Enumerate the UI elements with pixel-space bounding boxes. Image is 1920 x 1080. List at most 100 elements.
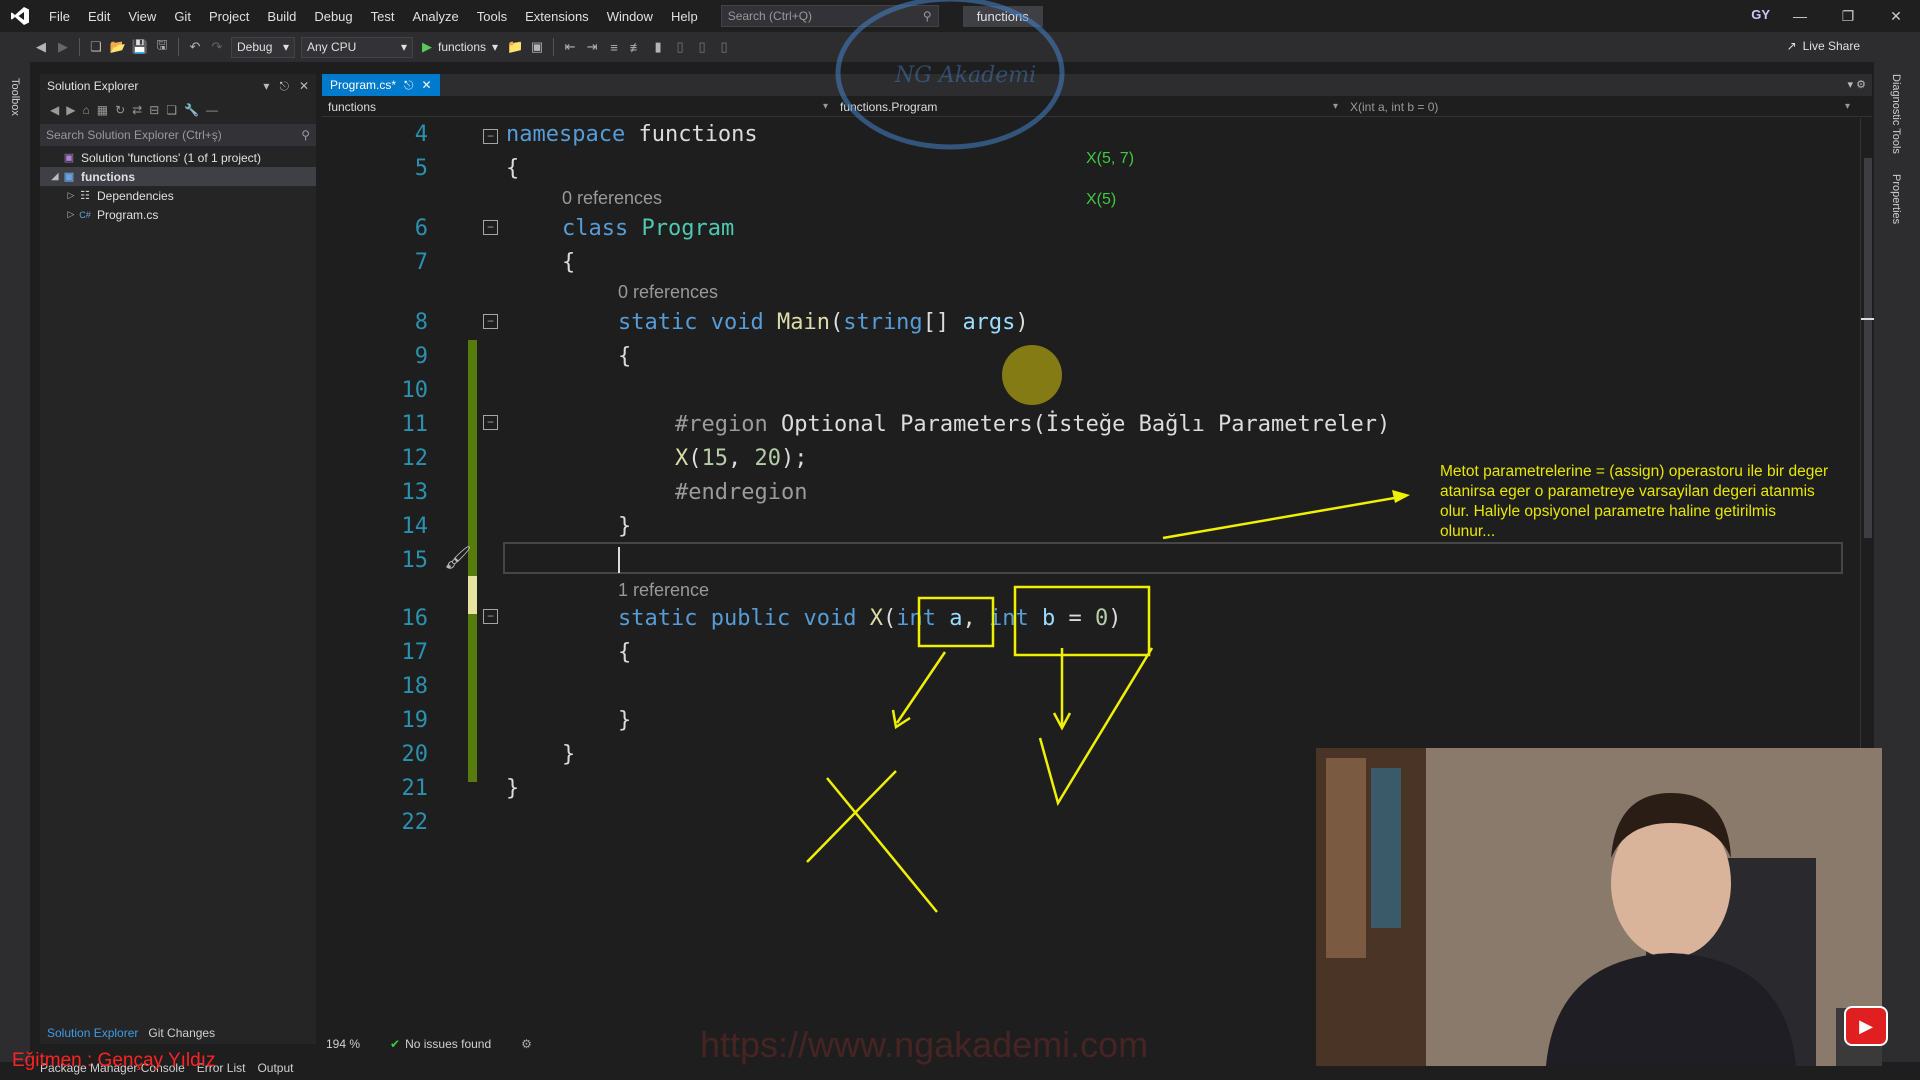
tab-git-changes[interactable]: Git Changes	[148, 1026, 215, 1040]
tree-item-dependencies[interactable]: ▷ ☷ Dependencies	[40, 186, 316, 205]
browse-icon[interactable]: 📁	[504, 36, 526, 58]
show-all-files-icon[interactable]: ❏	[166, 103, 177, 117]
start-debugging-button[interactable]: ▶ functions ▾	[422, 39, 498, 55]
quick-actions-icon[interactable]: 🖌	[444, 546, 472, 571]
webcam-presenter-image	[1316, 748, 1882, 1066]
code-line: 10	[322, 374, 1860, 408]
search-box[interactable]: Search (Ctrl+Q) ⚲	[720, 5, 939, 27]
close-icon[interactable]: ✕	[1872, 0, 1920, 32]
account-avatar[interactable]: GY	[1751, 7, 1770, 22]
save-icon[interactable]: 💾	[129, 36, 151, 58]
restore-icon[interactable]: ❐	[1824, 0, 1872, 32]
scrollbar-thumb[interactable]	[1864, 158, 1872, 538]
tab-solution-explorer[interactable]: Solution Explorer	[47, 1026, 138, 1040]
menu-extensions[interactable]: Extensions	[516, 9, 598, 24]
menu-debug[interactable]: Debug	[305, 9, 361, 24]
next-bookmark-icon[interactable]: ▯	[691, 36, 713, 58]
panel-controls: ▾ ⎋ ✕	[263, 79, 309, 94]
forward-icon[interactable]: ▶	[66, 103, 75, 117]
keyword: int	[896, 606, 936, 631]
menu-git[interactable]: Git	[165, 9, 200, 24]
tab-overflow-icon[interactable]: ▾ ⚙	[1848, 78, 1866, 91]
switch-views-icon[interactable]: ▦	[97, 103, 108, 117]
collapsed-caret-icon[interactable]: ▷	[64, 209, 78, 220]
save-all-icon[interactable]: 🖫	[151, 36, 173, 58]
home-icon[interactable]: ⌂	[82, 103, 89, 117]
bookmark-icon[interactable]: ▮	[647, 36, 669, 58]
solution-search-input[interactable]: Search Solution Explorer (Ctrl+ş) ⚲	[40, 124, 316, 146]
visual-studio-logo-icon[interactable]	[0, 0, 40, 32]
properties-tab[interactable]: Properties	[1890, 174, 1902, 224]
diagnostic-tools-tab[interactable]: Diagnostic Tools	[1890, 74, 1902, 154]
clear-bookmarks-icon[interactable]: ▯	[713, 36, 735, 58]
navigation-bar: functions ▾ functions.Program ▾ X(int a,…	[322, 97, 1872, 117]
menu-tools[interactable]: Tools	[468, 9, 516, 24]
collapse-all-icon[interactable]: ⊟	[149, 103, 159, 117]
chevron-down-icon: ▾	[1332, 101, 1338, 112]
sync-icon[interactable]: ⇄	[132, 103, 142, 117]
code-text: class Program	[562, 216, 734, 241]
collapsed-caret-icon[interactable]: ▷	[64, 190, 78, 201]
menu-view[interactable]: View	[119, 9, 165, 24]
platform-dropdown[interactable]: Any CPU ▾	[301, 36, 413, 58]
standard-toolbar: ◀ ▶ ❏ 📂 💾 🖫 ↶ ↷ Debug ▾ Any CPU ▾ ▶ func…	[0, 32, 1920, 62]
menu-window[interactable]: Window	[598, 9, 662, 24]
youtube-play-icon[interactable]: ▶	[1844, 1006, 1888, 1046]
member-dropdown[interactable]: X(int a, int b = 0) ▾	[1344, 97, 1856, 117]
close-icon[interactable]: ✕	[422, 78, 432, 92]
codelens-references[interactable]: 0 references	[618, 282, 718, 303]
code-text: {	[618, 344, 632, 369]
brush-icon[interactable]: ⚙	[521, 1037, 532, 1051]
tab-output[interactable]: Output	[257, 1061, 293, 1075]
prev-bookmark-icon[interactable]: ▯	[669, 36, 691, 58]
back-icon[interactable]: ◀	[30, 36, 52, 58]
uncomment-icon[interactable]: ≢	[625, 36, 647, 58]
toolbox-tab[interactable]: Toolbox	[9, 78, 21, 116]
parameter: b	[1041, 606, 1056, 631]
dropdown-icon[interactable]: ▾	[263, 79, 269, 94]
properties-icon[interactable]: 🔧	[184, 103, 199, 117]
open-folder-icon[interactable]: 📂	[107, 36, 129, 58]
solution-explorer-header: Solution Explorer ▾ ⎋ ✕	[40, 74, 316, 98]
menu-test[interactable]: Test	[362, 9, 404, 24]
tree-item-program-cs[interactable]: ▷ C# Program.cs	[40, 205, 316, 224]
code-line: 15 🖌	[322, 544, 1860, 578]
tab-program-cs[interactable]: Program.cs* ⎋ ✕	[322, 74, 440, 96]
line-number: 7	[414, 250, 428, 275]
forward-icon[interactable]: ▶	[52, 36, 74, 58]
new-project-icon[interactable]: ❏	[85, 36, 107, 58]
code-text: }	[506, 776, 520, 801]
menu-help[interactable]: Help	[662, 9, 707, 24]
back-icon[interactable]: ◀	[50, 103, 59, 117]
class-dropdown[interactable]: functions.Program ▾	[834, 97, 1344, 117]
issues-indicator[interactable]: ✔ No issues found	[390, 1037, 491, 1051]
minus-icon[interactable]: —	[206, 103, 218, 117]
menu-file[interactable]: File	[40, 9, 79, 24]
menu-edit[interactable]: Edit	[79, 9, 119, 24]
live-share-button[interactable]: ↗ Live Share	[1787, 39, 1860, 53]
codelens-references[interactable]: 1 reference	[618, 580, 709, 601]
step-into-icon[interactable]: ⇥	[581, 36, 603, 58]
menu-analyze[interactable]: Analyze	[403, 9, 467, 24]
minimize-icon[interactable]: —	[1776, 0, 1824, 32]
pin-icon[interactable]: ⎋	[279, 79, 289, 94]
expanded-caret-icon[interactable]: ◢	[48, 171, 62, 182]
comment-icon[interactable]: ≡	[603, 36, 625, 58]
redo-icon[interactable]: ↷	[206, 36, 228, 58]
step-over-icon[interactable]: ⇤	[559, 36, 581, 58]
pin-icon[interactable]: ⎋	[404, 78, 414, 93]
configuration-dropdown[interactable]: Debug ▾	[231, 36, 295, 58]
menu-build[interactable]: Build	[258, 9, 305, 24]
menu-project[interactable]: Project	[200, 9, 258, 24]
close-icon[interactable]: ✕	[299, 79, 309, 94]
codelens-references[interactable]: 0 references	[562, 188, 662, 209]
screenshot-icon[interactable]: ▣	[526, 36, 548, 58]
tree-item-project[interactable]: ◢ ▣ functions	[40, 167, 316, 186]
tree-item-solution[interactable]: ▣ Solution 'functions' (1 of 1 project)	[40, 148, 316, 167]
project-dropdown[interactable]: functions ▾	[322, 97, 834, 117]
undo-icon[interactable]: ↶	[184, 36, 206, 58]
line-number: 21	[401, 776, 429, 801]
zoom-level[interactable]: 194 %	[326, 1037, 360, 1051]
pending-changes-icon[interactable]: ↻	[115, 103, 125, 117]
search-icon: ⚲	[922, 9, 932, 23]
